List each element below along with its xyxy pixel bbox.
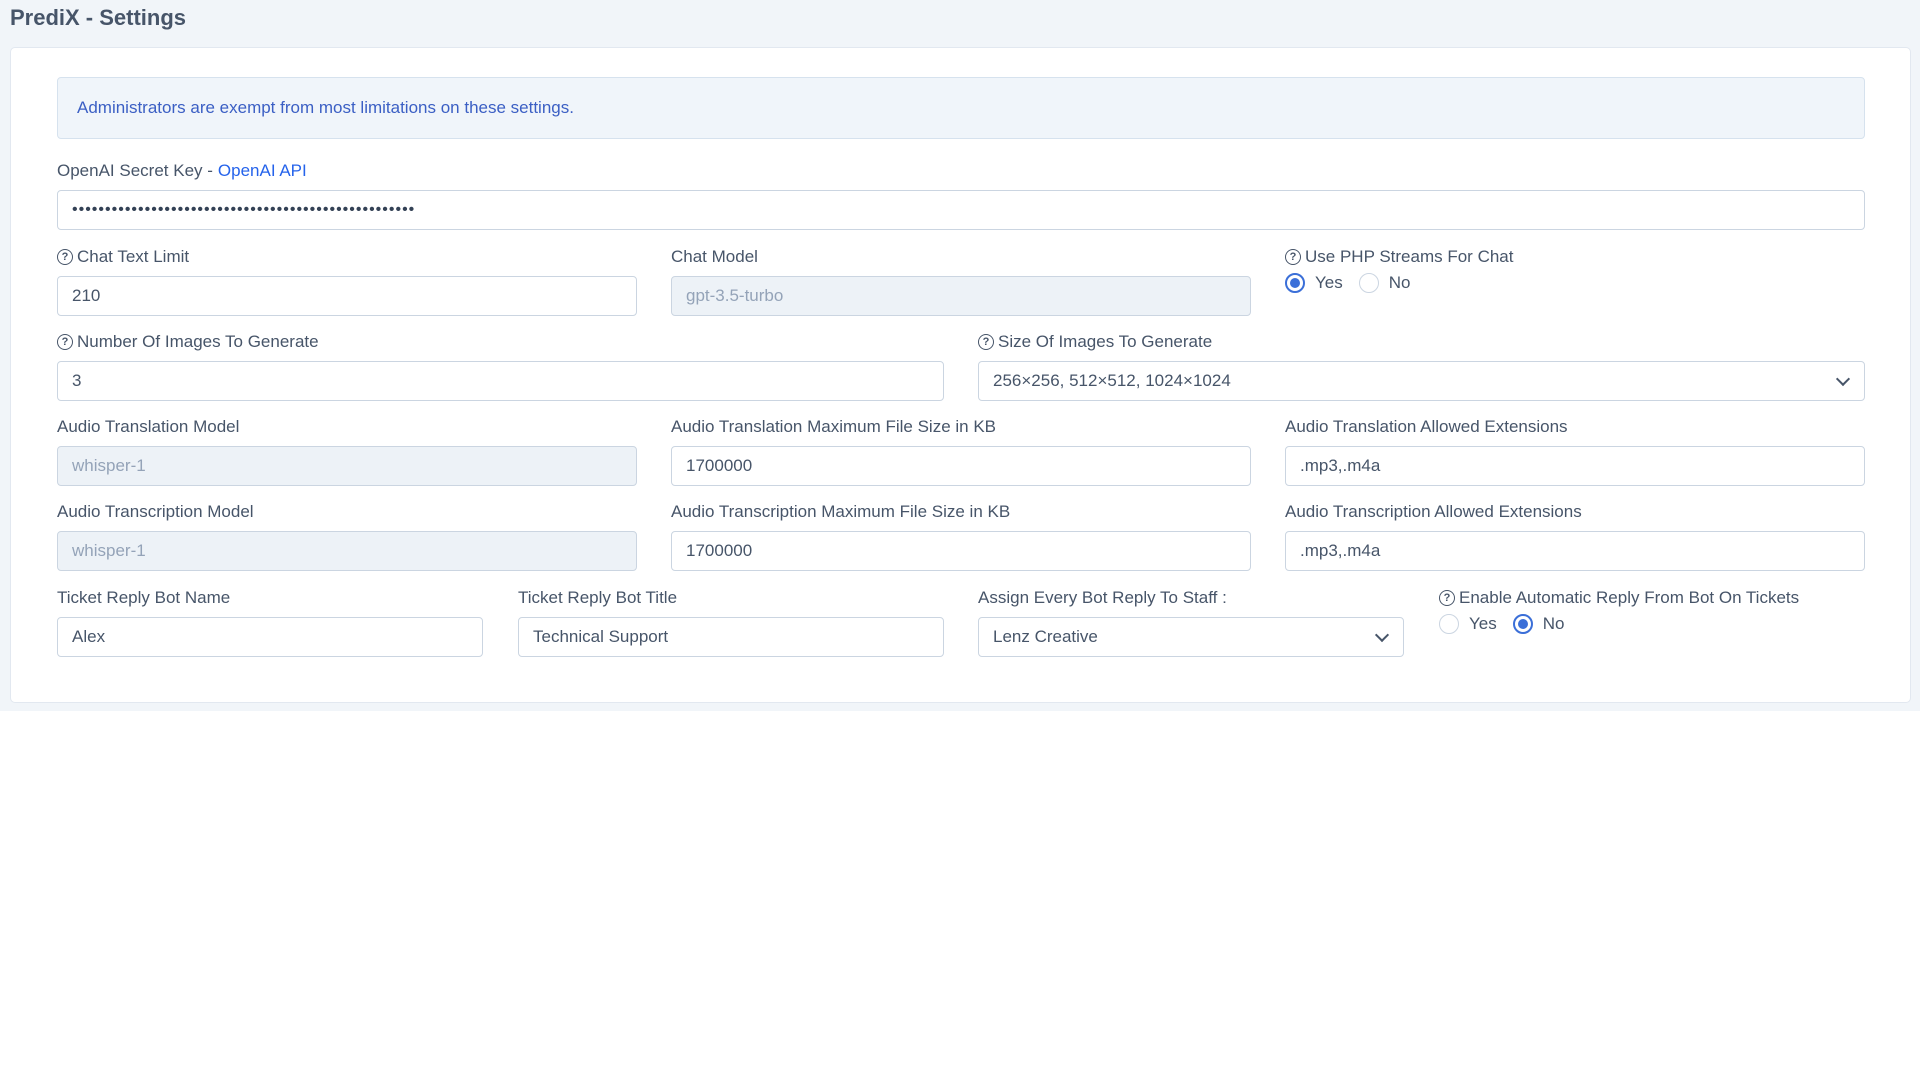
audio-translation-max-field: Audio Translation Maximum File Size in K… bbox=[671, 416, 1251, 486]
audio-translation-ext-input[interactable]: .mp3,.m4a bbox=[1285, 446, 1865, 486]
question-circle-icon[interactable]: ? bbox=[1285, 249, 1301, 265]
image-size-field: ? Size Of Images To Generate 256×256, 51… bbox=[978, 331, 1865, 401]
bot-name-input[interactable]: Alex bbox=[57, 617, 483, 657]
audio-transcription-ext-input[interactable]: .mp3,.m4a bbox=[1285, 531, 1865, 571]
audio-transcription-ext-label: Audio Transcription Allowed Extensions bbox=[1285, 502, 1582, 521]
chevron-down-icon bbox=[1374, 627, 1390, 643]
page-title: PrediX - Settings bbox=[10, 5, 187, 30]
bot-title-field: Ticket Reply Bot Title Technical Support bbox=[518, 587, 944, 657]
auto-reply-yes-label: Yes bbox=[1469, 614, 1497, 633]
page-header-area: PrediX - Settings Administrators are exe… bbox=[0, 0, 1920, 711]
auto-reply-no-option[interactable]: No bbox=[1512, 614, 1565, 634]
question-circle-icon[interactable]: ? bbox=[1439, 590, 1455, 606]
num-images-label-text: Number Of Images To Generate bbox=[77, 332, 319, 351]
audio-transcription-model-field: Audio Transcription Model whisper-1 bbox=[57, 501, 637, 571]
php-streams-label-text: Use PHP Streams For Chat bbox=[1305, 247, 1514, 266]
php-streams-field: ? Use PHP Streams For Chat Yes No bbox=[1285, 246, 1865, 293]
bot-title-label: Ticket Reply Bot Title bbox=[518, 588, 678, 607]
chat-model-label: Chat Model bbox=[671, 247, 758, 266]
openai-key-label: OpenAI Secret Key - OpenAI API bbox=[57, 160, 1865, 182]
audio-translation-model-label: Audio Translation Model bbox=[57, 417, 240, 436]
auto-reply-no-label: No bbox=[1542, 614, 1565, 633]
auto-reply-label-text: Enable Automatic Reply From Bot On Ticke… bbox=[1459, 588, 1800, 607]
chat-text-limit-input[interactable]: 210 bbox=[57, 276, 637, 316]
info-alert: Administrators are exempt from most limi… bbox=[57, 77, 1865, 139]
auto-reply-field: ? Enable Automatic Reply From Bot On Tic… bbox=[1439, 587, 1865, 634]
auto-reply-radio-group: Yes No bbox=[1439, 614, 1580, 634]
assign-staff-label: Assign Every Bot Reply To Staff : bbox=[978, 588, 1227, 607]
assign-staff-field: Assign Every Bot Reply To Staff : Lenz C… bbox=[978, 587, 1404, 657]
bot-title-input[interactable]: Technical Support bbox=[518, 617, 944, 657]
question-circle-icon[interactable]: ? bbox=[57, 249, 73, 265]
image-size-label-text: Size Of Images To Generate bbox=[998, 332, 1213, 351]
php-streams-no-radio[interactable] bbox=[1358, 273, 1379, 293]
php-streams-radio-group: Yes No bbox=[1285, 273, 1426, 293]
image-size-label: ? Size Of Images To Generate bbox=[978, 331, 1865, 353]
image-size-value: 256×256, 512×512, 1024×1024 bbox=[993, 371, 1231, 390]
audio-translation-ext-field: Audio Translation Allowed Extensions .mp… bbox=[1285, 416, 1865, 486]
bot-name-label: Ticket Reply Bot Name bbox=[57, 588, 231, 607]
php-streams-no-label: No bbox=[1388, 273, 1411, 292]
num-images-input[interactable]: 3 bbox=[57, 361, 944, 401]
audio-transcription-model-label: Audio Transcription Model bbox=[57, 502, 254, 521]
chat-text-limit-label: ? Chat Text Limit bbox=[57, 246, 637, 268]
audio-translation-model-field: Audio Translation Model whisper-1 bbox=[57, 416, 637, 486]
num-images-label: ? Number Of Images To Generate bbox=[57, 331, 944, 353]
audio-translation-ext-label: Audio Translation Allowed Extensions bbox=[1285, 417, 1568, 436]
audio-transcription-max-field: Audio Transcription Maximum File Size in… bbox=[671, 501, 1251, 571]
chat-model-input: gpt-3.5-turbo bbox=[671, 276, 1251, 316]
php-streams-yes-label: Yes bbox=[1315, 273, 1343, 292]
assign-staff-value: Lenz Creative bbox=[993, 627, 1098, 646]
num-images-field: ? Number Of Images To Generate 3 bbox=[57, 331, 944, 401]
auto-reply-yes-radio[interactable] bbox=[1439, 614, 1459, 634]
question-circle-icon[interactable]: ? bbox=[978, 334, 994, 350]
audio-translation-model-input: whisper-1 bbox=[57, 446, 637, 486]
chat-text-limit-label-text: Chat Text Limit bbox=[77, 247, 190, 266]
openai-key-label-text: OpenAI Secret Key - bbox=[57, 161, 213, 180]
audio-transcription-ext-field: Audio Transcription Allowed Extensions .… bbox=[1285, 501, 1865, 571]
audio-translation-max-label: Audio Translation Maximum File Size in K… bbox=[671, 417, 997, 436]
php-streams-yes-option[interactable]: Yes bbox=[1285, 273, 1343, 293]
audio-transcription-model-input: whisper-1 bbox=[57, 531, 637, 571]
openai-api-link[interactable]: OpenAI API bbox=[218, 160, 307, 182]
assign-staff-select[interactable]: Lenz Creative bbox=[978, 617, 1404, 657]
php-streams-label: ? Use PHP Streams For Chat bbox=[1285, 246, 1865, 268]
auto-reply-yes-option[interactable]: Yes bbox=[1439, 614, 1497, 634]
question-circle-icon[interactable]: ? bbox=[57, 334, 73, 350]
chevron-down-icon bbox=[1835, 371, 1851, 387]
openai-key-input[interactable]: ••••••••••••••••••••••••••••••••••••••••… bbox=[57, 190, 1865, 230]
image-size-select[interactable]: 256×256, 512×512, 1024×1024 bbox=[978, 361, 1865, 401]
audio-transcription-max-label: Audio Transcription Maximum File Size in… bbox=[671, 502, 1011, 521]
settings-card: Administrators are exempt from most limi… bbox=[10, 47, 1911, 703]
bot-name-field: Ticket Reply Bot Name Alex bbox=[57, 587, 483, 657]
chat-text-limit-field: ? Chat Text Limit 210 bbox=[57, 246, 637, 316]
php-streams-yes-radio[interactable] bbox=[1285, 273, 1305, 293]
openai-key-field: OpenAI Secret Key - OpenAI API •••••••••… bbox=[57, 160, 1865, 230]
auto-reply-label: ? Enable Automatic Reply From Bot On Tic… bbox=[1439, 587, 1865, 609]
audio-translation-max-input[interactable]: 1700000 bbox=[671, 446, 1251, 486]
audio-transcription-max-input[interactable]: 1700000 bbox=[671, 531, 1251, 571]
php-streams-no-option[interactable]: No bbox=[1358, 273, 1411, 293]
auto-reply-no-radio[interactable] bbox=[1512, 614, 1533, 634]
chat-model-field: Chat Model gpt-3.5-turbo bbox=[671, 246, 1251, 316]
